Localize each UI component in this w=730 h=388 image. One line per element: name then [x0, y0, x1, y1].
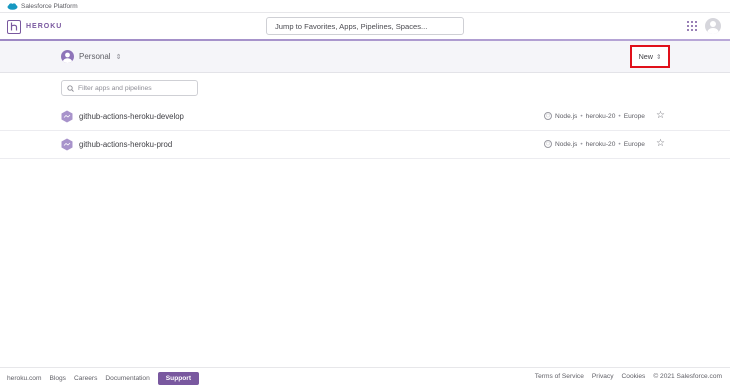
- app-stack: heroku-20: [585, 140, 616, 148]
- separator: •: [618, 140, 621, 148]
- app-meta: ⬡ Node.js • heroku-20 • Europe: [544, 112, 645, 120]
- chevron-updown-icon: ⇕: [115, 53, 122, 61]
- favorite-star-icon[interactable]: ☆: [656, 138, 665, 149]
- user-avatar-icon[interactable]: [705, 18, 721, 34]
- heroku-logo-icon: [7, 19, 21, 34]
- footer-link-heroku[interactable]: heroku.com: [7, 375, 41, 382]
- account-label: Personal: [79, 52, 111, 61]
- new-button[interactable]: New ⇕: [639, 52, 662, 61]
- nodejs-icon: ⬡: [544, 140, 552, 148]
- app-row[interactable]: github-actions-heroku-develop ⬡ Node.js …: [0, 103, 730, 131]
- jump-search-input[interactable]: Jump to Favorites, Apps, Pipelines, Spac…: [266, 17, 464, 35]
- footer-link-cookies[interactable]: Cookies: [622, 373, 646, 380]
- footer-link-privacy[interactable]: Privacy: [592, 373, 614, 380]
- app-meta: ⬡ Node.js • heroku-20 • Europe: [544, 140, 645, 148]
- account-bar: Personal ⇕ New ⇕: [0, 41, 730, 73]
- filter-placeholder: Filter apps and pipelines: [78, 84, 152, 92]
- platform-bar: Salesforce Platform: [0, 0, 730, 13]
- search-icon: [67, 84, 74, 92]
- app-region: Europe: [623, 112, 645, 120]
- new-button-highlight: New ⇕: [630, 45, 670, 68]
- app-hexagon-icon: [61, 138, 73, 151]
- personal-avatar-icon: [61, 50, 74, 63]
- app-list: github-actions-heroku-develop ⬡ Node.js …: [0, 103, 730, 159]
- footer-links-left: heroku.com Blogs Careers Documentation S…: [7, 372, 207, 385]
- footer-link-terms[interactable]: Terms of Service: [535, 373, 584, 380]
- salesforce-cloud-icon: [7, 2, 18, 10]
- separator: •: [580, 112, 583, 120]
- support-button[interactable]: Support: [157, 372, 200, 385]
- heroku-logo[interactable]: HEROKU: [7, 19, 63, 34]
- footer-links-right: Terms of Service Privacy Cookies © 2021 …: [527, 373, 722, 380]
- apps-grid-icon[interactable]: [687, 21, 697, 31]
- app-runtime: Node.js: [555, 140, 578, 148]
- app-stack: heroku-20: [585, 112, 616, 120]
- app-name[interactable]: github-actions-heroku-develop: [79, 112, 184, 121]
- chevron-updown-icon: ⇕: [655, 53, 662, 61]
- app-hexagon-icon: [61, 110, 73, 123]
- filter-apps-input[interactable]: Filter apps and pipelines: [61, 80, 198, 96]
- app-region: Europe: [623, 140, 645, 148]
- platform-label: Salesforce Platform: [21, 2, 78, 10]
- footer: heroku.com Blogs Careers Documentation S…: [0, 367, 730, 388]
- footer-link-careers[interactable]: Careers: [74, 375, 97, 382]
- app-row[interactable]: github-actions-heroku-prod ⬡ Node.js • h…: [0, 131, 730, 159]
- app-runtime: Node.js: [555, 112, 578, 120]
- account-switcher[interactable]: Personal ⇕: [61, 50, 121, 63]
- nodejs-icon: ⬡: [544, 112, 552, 120]
- footer-copyright: © 2021 Salesforce.com: [653, 373, 722, 380]
- top-navigation: HEROKU Jump to Favorites, Apps, Pipeline…: [0, 13, 730, 40]
- app-name[interactable]: github-actions-heroku-prod: [79, 140, 172, 149]
- footer-link-documentation[interactable]: Documentation: [105, 375, 149, 382]
- new-button-label: New: [638, 52, 653, 61]
- separator: •: [580, 140, 583, 148]
- separator: •: [618, 112, 621, 120]
- footer-link-blogs[interactable]: Blogs: [49, 375, 66, 382]
- brand-name: HEROKU: [26, 23, 63, 30]
- favorite-star-icon[interactable]: ☆: [656, 110, 665, 121]
